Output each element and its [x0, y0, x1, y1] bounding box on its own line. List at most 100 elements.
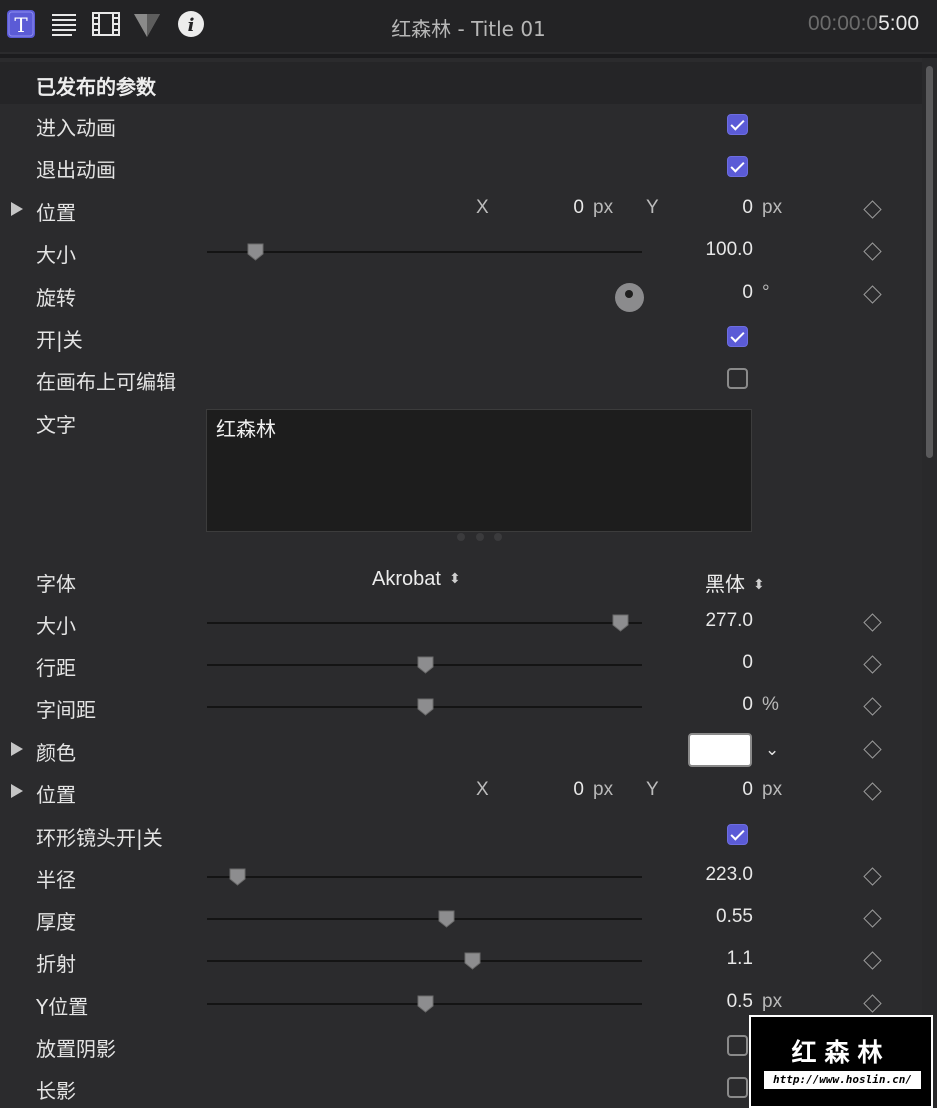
- slider-thumb[interactable]: [417, 995, 434, 1013]
- keyframe-diamond-icon[interactable]: [863, 242, 882, 261]
- param-row-radius: 半径 223.0: [0, 856, 922, 898]
- param-row-position-2: 位置 X 0 px Y 0 px: [0, 771, 922, 813]
- typeface-popup[interactable]: 黑体 ⬍: [705, 568, 765, 597]
- param-label: 环形镜头开|关: [36, 826, 163, 850]
- unit-label: px: [762, 197, 783, 218]
- param-row-build-out: 退出动画: [0, 146, 922, 188]
- font-size-value[interactable]: 277.0: [660, 610, 753, 632]
- param-label: 进入动画: [36, 116, 116, 140]
- editable-checkbox[interactable]: [727, 368, 748, 389]
- thickness-slider-track[interactable]: [207, 918, 642, 920]
- updown-chevron-icon: ⬍: [448, 570, 461, 586]
- param-label: 位置: [36, 783, 76, 807]
- keyframe-diamond-icon[interactable]: [863, 655, 882, 674]
- long-shadow-checkbox[interactable]: [727, 1077, 748, 1098]
- y-position-value[interactable]: 0.5: [660, 991, 753, 1013]
- section-title: 已发布的参数: [36, 75, 156, 99]
- radius-slider-track[interactable]: [207, 876, 642, 878]
- keyframe-diamond-icon[interactable]: [863, 285, 882, 304]
- param-row-position: 位置 X 0 px Y 0 px: [0, 189, 922, 231]
- chevron-down-icon[interactable]: ⌄: [765, 740, 779, 760]
- line-spacing-value[interactable]: 0: [660, 652, 753, 674]
- disclosure-triangle-icon[interactable]: [11, 202, 23, 216]
- onoff-checkbox[interactable]: [727, 326, 748, 347]
- position-y-value[interactable]: 0: [710, 779, 753, 801]
- keyframe-diamond-icon[interactable]: [863, 782, 882, 801]
- disclosure-triangle-icon[interactable]: [11, 784, 23, 798]
- param-label: 退出动画: [36, 158, 116, 182]
- build-in-checkbox[interactable]: [727, 114, 748, 135]
- disclosure-triangle-icon[interactable]: [11, 742, 23, 756]
- drop-shadow-checkbox[interactable]: [727, 1035, 748, 1056]
- param-label: 长影: [36, 1079, 76, 1103]
- position-y-value[interactable]: 0: [710, 197, 753, 219]
- build-out-checkbox[interactable]: [727, 156, 748, 177]
- timecode: 00:00:05:00: [808, 12, 919, 35]
- watermark-url: http://www.hoslin.cn/: [764, 1071, 921, 1089]
- slider-thumb[interactable]: [417, 656, 434, 674]
- position-x-value[interactable]: 0: [540, 779, 584, 801]
- param-row-rotation: 旋转 0 °: [0, 274, 922, 316]
- slider-thumb[interactable]: [438, 910, 455, 928]
- position-x-value[interactable]: 0: [540, 197, 584, 219]
- unit-label: px: [593, 197, 614, 218]
- rotation-value[interactable]: 0: [700, 282, 753, 304]
- thickness-value[interactable]: 0.55: [660, 906, 753, 928]
- tracking-value[interactable]: 0: [660, 694, 753, 716]
- param-label: Y位置: [36, 995, 89, 1019]
- watermark-title: 红森林: [791, 1038, 891, 1067]
- param-row-line-spacing: 行距 0: [0, 644, 922, 686]
- text-input-area[interactable]: 红森林: [206, 409, 752, 532]
- keyframe-diamond-icon[interactable]: [863, 909, 882, 928]
- published-params-header[interactable]: 已发布的参数: [0, 62, 922, 104]
- y-axis-label: Y: [646, 779, 659, 800]
- lens-onoff-checkbox[interactable]: [727, 824, 748, 845]
- param-row-tracking: 字间距 0 %: [0, 686, 922, 728]
- updown-chevron-icon: ⬍: [753, 576, 765, 592]
- resize-grip-dot[interactable]: [494, 533, 502, 541]
- keyframe-diamond-icon[interactable]: [863, 200, 882, 219]
- size-value[interactable]: 100.0: [660, 239, 753, 261]
- param-row-size: 大小 100.0: [0, 231, 922, 273]
- param-row-font: 字体 Akrobat ⬍ 黑体 ⬍: [0, 560, 922, 602]
- font-family-popup[interactable]: Akrobat ⬍: [372, 568, 461, 591]
- refraction-slider-track[interactable]: [207, 960, 642, 962]
- param-label: 厚度: [36, 910, 76, 934]
- param-label: 行距: [36, 656, 76, 680]
- clip-title: 红森林 - Title 01: [391, 17, 546, 41]
- inspector-toolbar: T i 红森林 - Title 01 00:00:05:00: [0, 0, 937, 52]
- keyframe-diamond-icon[interactable]: [863, 740, 882, 759]
- param-label: 放置阴影: [36, 1037, 116, 1061]
- degree-unit: °: [762, 282, 770, 303]
- param-row-build-in: 进入动画: [0, 104, 922, 146]
- font-size-slider-track[interactable]: [207, 622, 642, 624]
- keyframe-diamond-icon[interactable]: [863, 867, 882, 886]
- param-row-color: 颜色: [0, 729, 922, 771]
- resize-grip-dot[interactable]: [457, 533, 465, 541]
- refraction-value[interactable]: 1.1: [660, 948, 753, 970]
- scrollbar-thumb[interactable]: [926, 66, 933, 458]
- slider-thumb[interactable]: [247, 243, 264, 261]
- keyframe-diamond-icon[interactable]: [863, 951, 882, 970]
- slider-thumb[interactable]: [612, 614, 629, 632]
- x-axis-label: X: [476, 779, 489, 800]
- keyframe-diamond-icon[interactable]: [863, 994, 882, 1013]
- param-label: 颜色: [36, 741, 76, 765]
- keyframe-diamond-icon[interactable]: [863, 697, 882, 716]
- param-row-refraction: 折射 1.1: [0, 940, 922, 982]
- color-swatch[interactable]: [688, 733, 752, 767]
- slider-thumb[interactable]: [229, 868, 246, 886]
- param-row-font-size: 大小 277.0: [0, 602, 922, 644]
- slider-thumb[interactable]: [464, 952, 481, 970]
- param-label: 位置: [36, 201, 76, 225]
- y-axis-label: Y: [646, 197, 659, 218]
- slider-thumb[interactable]: [417, 698, 434, 716]
- radius-value[interactable]: 223.0: [660, 864, 753, 886]
- param-row-lens-onoff: 环形镜头开|关: [0, 814, 922, 856]
- param-row-thickness: 厚度 0.55: [0, 898, 922, 940]
- keyframe-diamond-icon[interactable]: [863, 613, 882, 632]
- size-slider-track[interactable]: [207, 251, 642, 253]
- resize-grip-dot[interactable]: [476, 533, 484, 541]
- rotation-dial[interactable]: [615, 283, 644, 312]
- unit-label: px: [762, 779, 783, 800]
